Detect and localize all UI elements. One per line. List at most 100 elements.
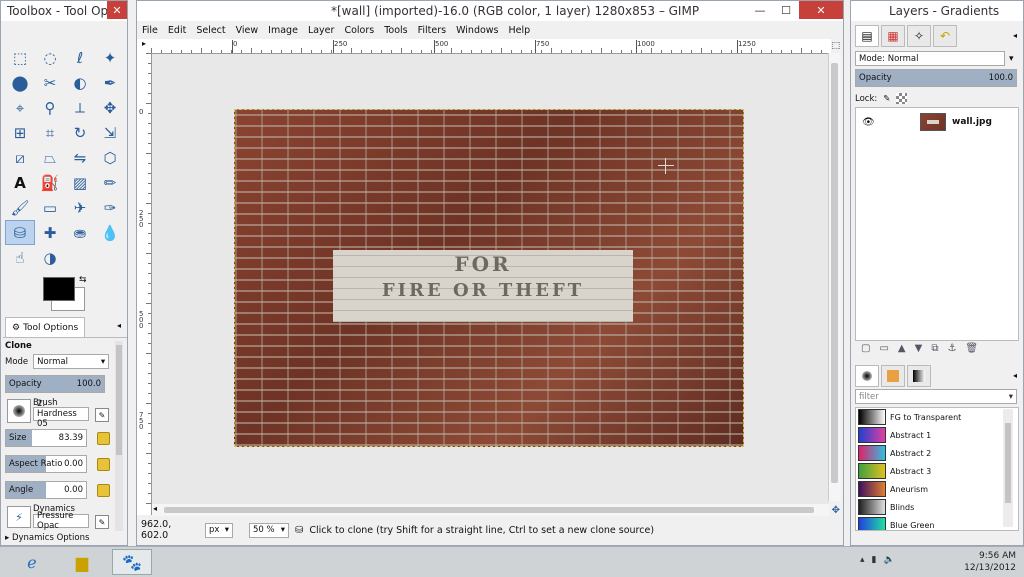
zoom-tool-icon[interactable]: ⚲ <box>35 95 65 120</box>
brushes-tab[interactable] <box>855 365 879 387</box>
shear-tool-icon[interactable]: ⧄ <box>5 145 35 170</box>
paintbrush-tool-icon[interactable]: 🖌 <box>5 195 35 220</box>
text-tool-icon[interactable]: A <box>5 170 35 195</box>
new-layer-group-icon[interactable]: ▭ <box>879 343 888 354</box>
color-select-tool-icon[interactable]: ⬤ <box>5 70 35 95</box>
ellipse-select-tool-icon[interactable]: ◌ <box>35 45 65 70</box>
zoom-to-fit-icon[interactable]: ⬚ <box>831 41 840 51</box>
foreground-select-tool-icon[interactable]: ◐ <box>65 70 95 95</box>
quick-mask-corner-icon[interactable]: ▸ <box>137 39 152 54</box>
rotate-tool-icon[interactable]: ↻ <box>65 120 95 145</box>
wall-image[interactable]: FOR FIRE OR THEFT <box>234 109 744 447</box>
eraser-tool-icon[interactable]: ▭ <box>35 195 65 220</box>
lock-alpha-icon[interactable] <box>896 93 908 104</box>
gradients-scrollbar[interactable] <box>1003 409 1013 527</box>
flip-tool-icon[interactable]: ⇋ <box>65 145 95 170</box>
gradients-tab[interactable] <box>907 365 931 387</box>
blend-tool-icon[interactable]: ▨ <box>65 170 95 195</box>
dynamics-select[interactable]: Pressure Opac <box>33 511 89 531</box>
tab-menu-icon[interactable]: ◂ <box>117 321 121 330</box>
canvas-area[interactable]: FOR FIRE OR THEFT <box>152 54 829 504</box>
aspect-ratio-slider[interactable]: Aspect Ratio 0.00 <box>5 455 87 473</box>
perspective-clone-tool-icon[interactable]: ⛂ <box>65 220 95 245</box>
pencil-tool-icon[interactable]: ✏ <box>95 170 125 195</box>
menu-colors[interactable]: Colors <box>339 25 379 36</box>
gradient-item[interactable]: Abstract 2 <box>856 444 1018 462</box>
edit-brush-icon[interactable]: ✎ <box>95 408 109 422</box>
tool-options-tab[interactable]: ⚙ Tool Options <box>5 317 86 337</box>
smudge-tool-icon[interactable]: ☝ <box>5 245 35 270</box>
angle-slider[interactable]: Angle 0.00 <box>5 481 87 499</box>
gimp-taskbar-icon[interactable]: 🐾 <box>112 549 152 575</box>
menu-edit[interactable]: Edit <box>163 25 191 36</box>
edit-dynamics-icon[interactable]: ✎ <box>95 515 109 529</box>
align-tool-icon[interactable]: ⊞ <box>5 120 35 145</box>
layers-tab-menu-icon[interactable]: ◂ <box>1013 31 1017 40</box>
unit-select[interactable]: px ▾ <box>205 522 233 538</box>
internet-explorer-icon[interactable]: ℯ <box>12 549 52 575</box>
reset-size-icon[interactable] <box>97 432 110 445</box>
maximize-button[interactable]: ☐ <box>773 1 799 19</box>
opacity-slider[interactable]: Opacity 100.0 <box>5 375 105 393</box>
menu-filters[interactable]: Filters <box>413 25 451 36</box>
mode-select[interactable]: Normal ▾ <box>33 354 110 369</box>
clone-tool-icon[interactable]: ⛁ <box>5 220 35 245</box>
clock[interactable]: 9:56 AM 12/13/2012 <box>964 550 1016 574</box>
move-tool-icon[interactable]: ✥ <box>95 95 125 120</box>
horizontal-scrollbar[interactable]: ◂ <box>152 504 829 516</box>
scale-tool-icon[interactable]: ⇲ <box>95 120 125 145</box>
tray-arrow-icon[interactable]: ▴ <box>860 555 865 565</box>
gradient-item[interactable]: Aneurism <box>856 480 1018 498</box>
toolbox-close-button[interactable]: ✕ <box>107 1 127 19</box>
undo-history-tab[interactable]: ↶ <box>933 25 957 47</box>
bucket-fill-tool-icon[interactable]: ⛽ <box>35 170 65 195</box>
menu-select[interactable]: Select <box>191 25 230 36</box>
anchor-layer-icon[interactable]: ⚓ <box>947 343 956 354</box>
tool-options-scrollbar[interactable] <box>115 341 123 531</box>
delete-layer-icon[interactable]: 🗑 <box>965 343 978 354</box>
reset-aspect-icon[interactable] <box>97 458 110 471</box>
gradient-item[interactable]: Abstract 1 <box>856 426 1018 444</box>
airbrush-tool-icon[interactable]: ✈ <box>65 195 95 220</box>
free-select-tool-icon[interactable]: ℓ <box>65 45 95 70</box>
lock-pixels-icon[interactable]: ✎ <box>883 94 890 104</box>
color-picker-tool-icon[interactable]: ⌖ <box>5 95 35 120</box>
crop-tool-icon[interactable]: ⌗ <box>35 120 65 145</box>
swap-colors-icon[interactable]: ⇆ <box>79 275 87 285</box>
menu-image[interactable]: Image <box>263 25 303 36</box>
network-icon[interactable]: ▮ <box>872 555 877 565</box>
scissors-tool-icon[interactable]: ✂ <box>35 70 65 95</box>
cage-transform-tool-icon[interactable]: ⬡ <box>95 145 125 170</box>
patterns-tab[interactable] <box>881 365 905 387</box>
dynamics-icon[interactable]: ⚡ <box>7 506 31 528</box>
gradient-item[interactable]: Blue Green <box>856 516 1018 530</box>
gradient-filter-input[interactable]: filter ▾ <box>855 389 1017 404</box>
scroll-left-icon[interactable]: ◂ <box>153 504 157 513</box>
vertical-scrollbar[interactable] <box>828 53 841 501</box>
menu-file[interactable]: File <box>137 25 163 36</box>
volume-icon[interactable]: 🔈 <box>883 555 894 565</box>
lower-layer-icon[interactable]: ▼ <box>915 343 923 354</box>
menu-help[interactable]: Help <box>504 25 536 36</box>
raise-layer-icon[interactable]: ▲ <box>898 343 906 354</box>
gradient-item[interactable]: FG to Transparent <box>856 408 1018 426</box>
layer-opacity-slider[interactable]: Opacity 100.0 <box>855 69 1017 87</box>
menu-layer[interactable]: Layer <box>303 25 340 36</box>
measure-tool-icon[interactable]: ⟂ <box>65 95 95 120</box>
foreground-color-swatch[interactable] <box>43 277 75 301</box>
reset-angle-icon[interactable] <box>97 484 110 497</box>
close-button[interactable]: ✕ <box>799 1 843 19</box>
menu-windows[interactable]: Windows <box>451 25 503 36</box>
menu-view[interactable]: View <box>231 25 264 36</box>
paths-tool-icon[interactable]: ✒ <box>95 70 125 95</box>
navigate-icon[interactable]: ✥ <box>832 505 840 516</box>
gradient-item[interactable]: Abstract 3 <box>856 462 1018 480</box>
blur-tool-icon[interactable]: 💧 <box>95 220 125 245</box>
ink-tool-icon[interactable]: ✑ <box>95 195 125 220</box>
chevron-down-icon[interactable]: ▾ <box>1009 54 1014 64</box>
new-layer-icon[interactable]: ▢ <box>861 343 870 354</box>
size-slider[interactable]: Size 83.39 <box>5 429 87 447</box>
minimize-button[interactable]: — <box>747 1 773 19</box>
zoom-select[interactable]: 50 % ▾ <box>249 522 289 538</box>
gradient-item[interactable]: Blinds <box>856 498 1018 516</box>
